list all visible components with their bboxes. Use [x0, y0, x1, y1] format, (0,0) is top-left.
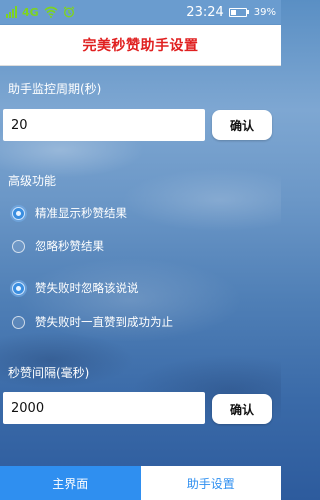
interval-confirm-button[interactable]: 确认 — [212, 394, 272, 424]
status-bar: 4G 23:24 39% — [0, 0, 281, 24]
option-label: 赞失败时一直赞到成功为止 — [35, 315, 173, 329]
tab-settings[interactable]: 助手设置 — [140, 466, 281, 500]
signal-icon — [6, 6, 17, 18]
tab-home[interactable]: 主界面 — [0, 466, 141, 500]
option-ignore-result[interactable]: 忽略秒赞结果 — [12, 238, 104, 254]
monitor-period-label: 助手监控周期(秒) — [8, 82, 102, 96]
advanced-features-label: 高级功能 — [8, 174, 57, 188]
option-label: 忽略秒赞结果 — [35, 239, 104, 253]
alarm-icon — [63, 6, 75, 18]
bottom-tab-bar: 主界面 助手设置 — [0, 466, 281, 500]
wifi-icon — [44, 6, 58, 18]
option-precise-display[interactable]: 精准显示秒赞结果 — [12, 205, 127, 221]
option-fail-retry[interactable]: 赞失败时一直赞到成功为止 — [12, 314, 173, 330]
page-title: 完美秒赞助手设置 — [82, 38, 199, 54]
radio-button[interactable] — [12, 239, 25, 253]
option-fail-ignore[interactable]: 赞失败时忽略该说说 — [12, 280, 139, 296]
battery-percent: 39% — [253, 6, 276, 18]
network-type: 4G — [22, 5, 39, 19]
radio-button[interactable] — [12, 281, 25, 295]
clock: 23:24 — [186, 4, 224, 20]
battery-icon — [228, 7, 249, 17]
title-bar: 完美秒赞助手设置 — [0, 25, 281, 66]
interval-input[interactable] — [3, 392, 205, 424]
interval-label: 秒赞间隔(毫秒) — [8, 366, 90, 380]
monitor-period-input[interactable] — [3, 109, 205, 141]
option-label: 赞失败时忽略该说说 — [35, 281, 139, 295]
radio-button[interactable] — [12, 315, 25, 329]
radio-button[interactable] — [12, 206, 25, 220]
monitor-confirm-button[interactable]: 确认 — [212, 110, 272, 140]
option-label: 精准显示秒赞结果 — [35, 206, 127, 220]
